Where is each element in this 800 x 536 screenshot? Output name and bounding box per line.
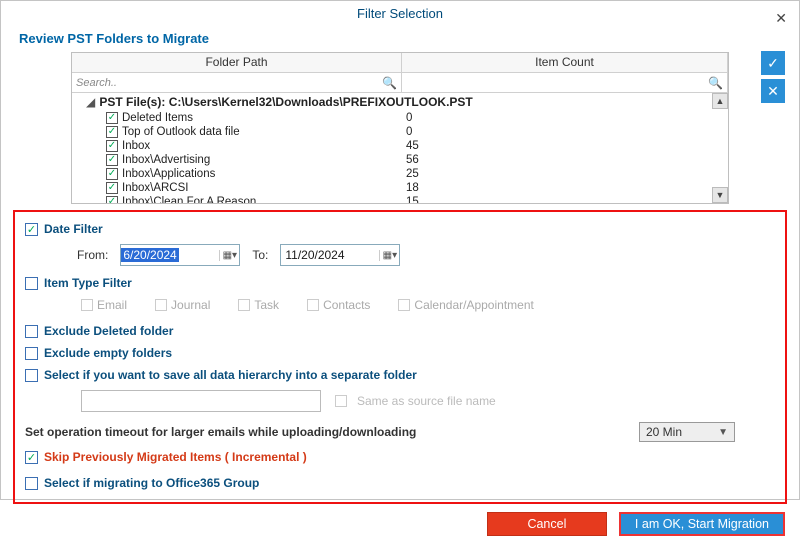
select-all-button[interactable]: ✓ — [761, 51, 785, 75]
folder-name: Inbox\Applications — [122, 167, 406, 181]
save-hierarchy-label: Select if you want to save all data hier… — [44, 368, 417, 382]
same-as-source-label: Same as source file name — [357, 394, 496, 408]
item-type-option: Email — [81, 298, 127, 312]
row-checkbox[interactable]: ✓ — [106, 168, 118, 180]
hierarchy-folder-input[interactable] — [81, 390, 321, 412]
item-type-checkbox[interactable] — [25, 277, 38, 290]
close-icon[interactable]: ✕ — [775, 5, 787, 31]
collapse-icon[interactable]: ◢ — [86, 95, 96, 109]
folder-count: 0 — [406, 111, 412, 125]
row-checkbox[interactable]: ✓ — [106, 154, 118, 166]
row-checkbox[interactable]: ✓ — [106, 182, 118, 194]
table-row[interactable]: ✓ Top of Outlook data file0 — [72, 125, 728, 139]
folder-count: 0 — [406, 125, 412, 139]
table-row[interactable]: ✓ Inbox\Applications25 — [72, 167, 728, 181]
save-hierarchy-checkbox[interactable] — [25, 369, 38, 382]
table-row[interactable]: ✓ Inbox\ARCSI18 — [72, 181, 728, 195]
row-checkbox[interactable]: ✓ — [106, 140, 118, 152]
o365-group-checkbox[interactable] — [25, 477, 38, 490]
from-date-input[interactable]: 6/20/2024 ▦▾ — [120, 244, 240, 266]
folder-name: Inbox\Clean For A Reason — [122, 195, 406, 203]
exclude-deleted-label: Exclude Deleted folder — [44, 324, 173, 338]
item-type-sub-checkbox — [398, 299, 410, 311]
search-path-input[interactable]: Search.. — [76, 77, 117, 89]
item-type-sub-checkbox — [81, 299, 93, 311]
folder-count: 18 — [406, 181, 419, 195]
table-row[interactable]: ✓ Deleted Items0 — [72, 111, 728, 125]
page-subtitle: Review PST Folders to Migrate — [1, 27, 799, 52]
cancel-button[interactable]: Cancel — [487, 512, 607, 536]
from-label: From: — [77, 248, 108, 262]
start-migration-button[interactable]: I am OK, Start Migration — [619, 512, 785, 536]
item-type-sub-checkbox — [155, 299, 167, 311]
folder-count: 45 — [406, 139, 419, 153]
window-title: Filter Selection — [357, 6, 443, 21]
folder-count: 25 — [406, 167, 419, 181]
date-filter-label: Date Filter — [44, 222, 103, 236]
pst-root-path: C:\Users\Kernel32\Downloads\PREFIXOUTLOO… — [169, 95, 473, 109]
exclude-deleted-checkbox[interactable] — [25, 325, 38, 338]
table-row[interactable]: ✓ Inbox45 — [72, 139, 728, 153]
item-type-option: Contacts — [307, 298, 370, 312]
item-type-label: Item Type Filter — [44, 276, 132, 290]
search-icon[interactable]: 🔍 — [708, 76, 723, 90]
timeout-label: Set operation timeout for larger emails … — [25, 425, 416, 439]
timeout-select[interactable]: 20 Min▼ — [639, 422, 735, 442]
folder-count: 15 — [406, 195, 419, 203]
pst-root-row[interactable]: ◢ PST File(s): C:\Users\Kernel32\Downloa… — [72, 93, 728, 111]
exclude-empty-checkbox[interactable] — [25, 347, 38, 360]
skip-previous-checkbox[interactable] — [25, 451, 38, 464]
o365-group-label: Select if migrating to Office365 Group — [44, 476, 259, 490]
to-date-input[interactable]: 11/20/2024 ▦▾ — [280, 244, 400, 266]
chevron-down-icon: ▼ — [718, 427, 728, 438]
item-type-option: Journal — [155, 298, 210, 312]
folder-count: 56 — [406, 153, 419, 167]
col-header-path[interactable]: Folder Path — [72, 53, 402, 72]
item-type-option: Calendar/Appointment — [398, 298, 533, 312]
item-type-sub-checkbox — [238, 299, 250, 311]
folder-name: Top of Outlook data file — [122, 125, 406, 139]
item-type-option: Task — [238, 298, 279, 312]
row-checkbox[interactable]: ✓ — [106, 196, 118, 203]
scroll-down-icon[interactable]: ▼ — [712, 187, 728, 203]
pst-root-prefix: PST File(s): — [99, 95, 168, 109]
folder-name: Inbox — [122, 139, 406, 153]
col-header-count[interactable]: Item Count — [402, 53, 728, 72]
scroll-up-icon[interactable]: ▲ — [712, 93, 728, 109]
deselect-all-button[interactable]: ✕ — [761, 79, 785, 103]
folder-name: Inbox\ARCSI — [122, 181, 406, 195]
row-checkbox[interactable]: ✓ — [106, 112, 118, 124]
same-as-source-checkbox[interactable] — [335, 395, 347, 407]
folder-grid: Folder Path Item Count Search.. 🔍 🔍 ◢ PS… — [71, 52, 729, 204]
date-filter-checkbox[interactable] — [25, 223, 38, 236]
item-type-sub-checkbox — [307, 299, 319, 311]
calendar-icon[interactable]: ▦▾ — [219, 250, 239, 261]
folder-name: Deleted Items — [122, 111, 406, 125]
folder-name: Inbox\Advertising — [122, 153, 406, 167]
calendar-icon[interactable]: ▦▾ — [379, 250, 399, 261]
to-label: To: — [252, 248, 268, 262]
row-checkbox[interactable]: ✓ — [106, 126, 118, 138]
search-icon[interactable]: 🔍 — [382, 76, 397, 90]
skip-previous-label: Skip Previously Migrated Items ( Increme… — [44, 450, 307, 464]
table-row[interactable]: ✓ Inbox\Clean For A Reason15 — [72, 195, 728, 203]
filter-options-frame: Date Filter From: 6/20/2024 ▦▾ To: 11/20… — [13, 210, 787, 504]
exclude-empty-label: Exclude empty folders — [44, 346, 172, 360]
table-row[interactable]: ✓ Inbox\Advertising56 — [72, 153, 728, 167]
